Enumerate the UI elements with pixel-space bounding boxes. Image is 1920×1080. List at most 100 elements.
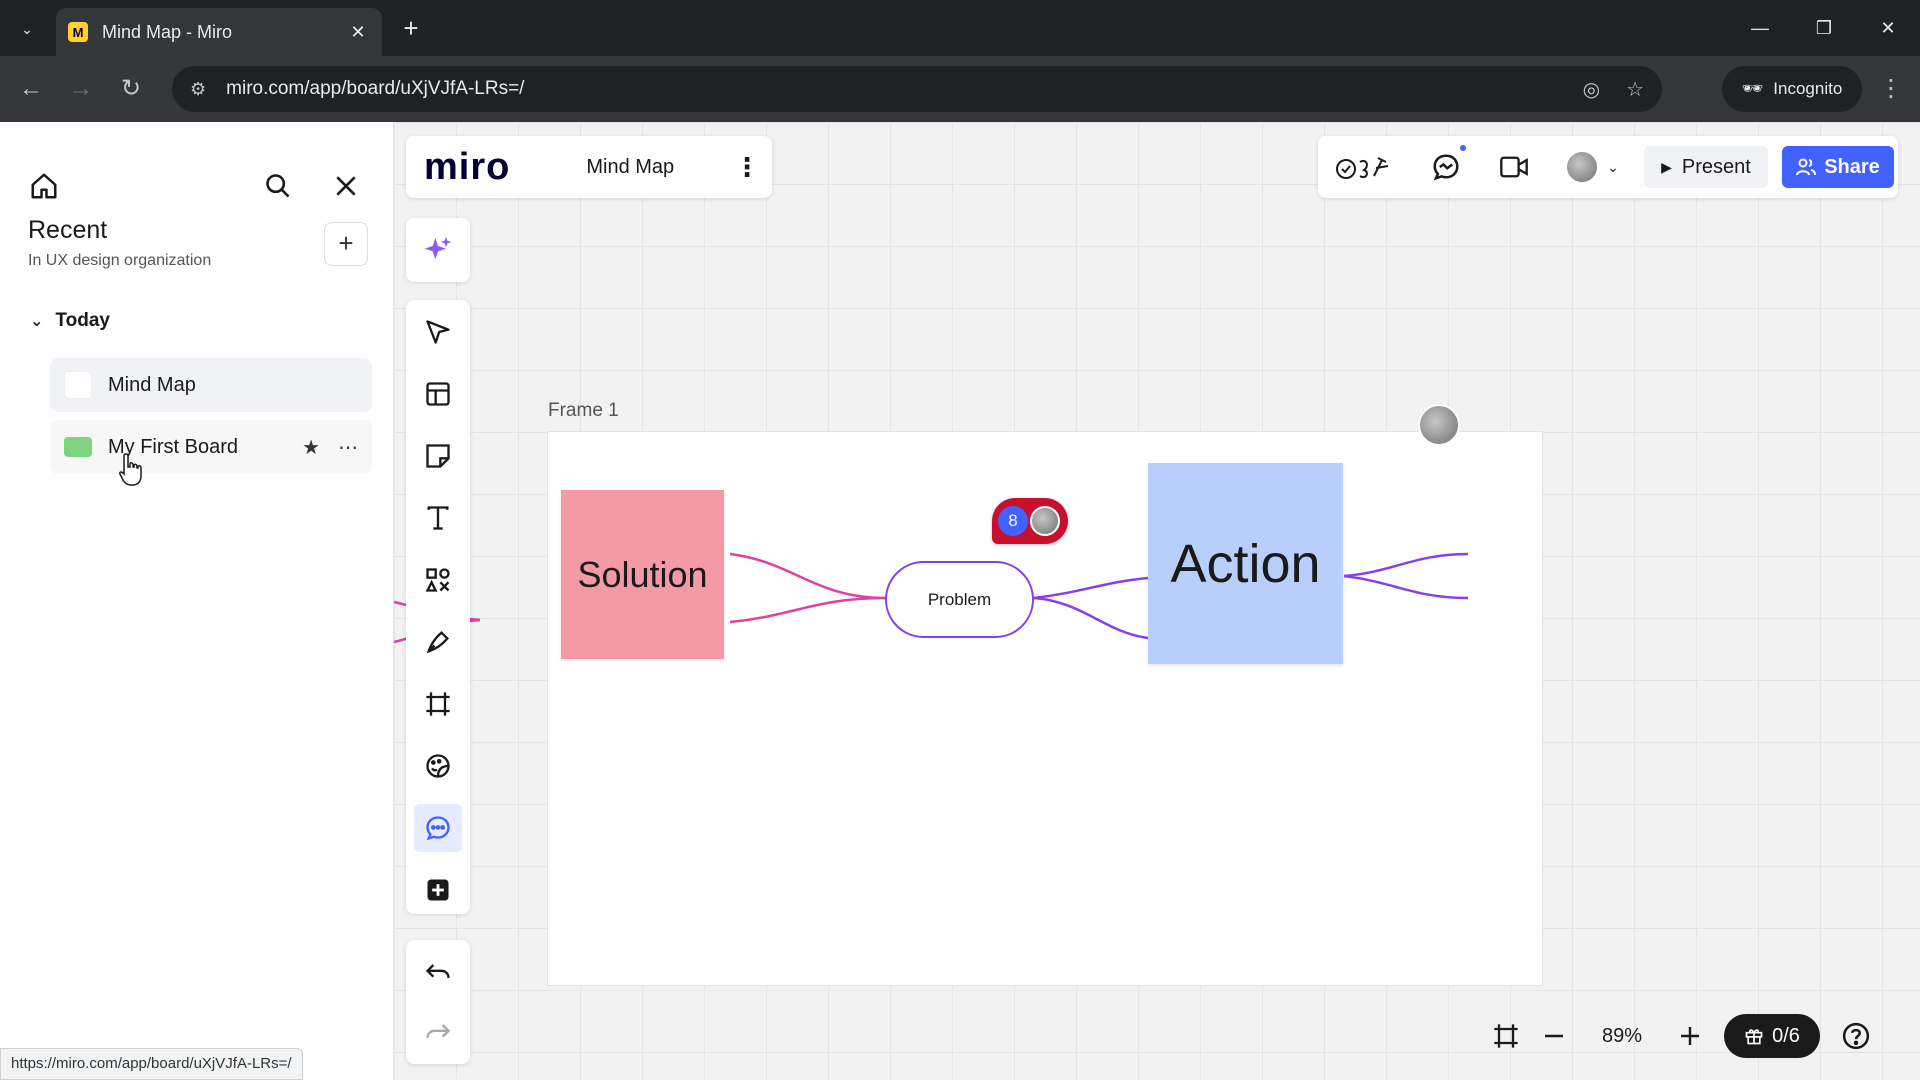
text-tool[interactable] [414, 494, 462, 542]
mindmap-node-problem[interactable]: Problem [885, 561, 1034, 638]
gift-icon [1745, 1029, 1763, 1045]
tab-close-icon[interactable]: ✕ [346, 22, 370, 43]
onboarding-checklist-button[interactable]: 0/6 [1724, 1014, 1820, 1058]
stickers-icon [426, 754, 450, 778]
browser-tab-bar: ⌄ M Mind Map - Miro ✕ + — ❐ ✕ [0, 0, 1920, 56]
sticky-note-action[interactable]: Action [1148, 463, 1343, 664]
help-icon [1842, 1022, 1870, 1050]
zoom-level[interactable]: 89% [1582, 1025, 1662, 1048]
collaboration-toolbar: ⌄ ▶ Present Share [1318, 136, 1898, 198]
sparkle-icon [424, 236, 452, 260]
sidebar-subtitle: In UX design organization [28, 252, 212, 269]
redo-button[interactable] [414, 1008, 462, 1056]
shapes-tool[interactable] [414, 556, 462, 604]
node-text: Problem [927, 589, 992, 609]
pen-tool[interactable] [414, 618, 462, 666]
chat-icon[interactable] [1426, 145, 1466, 187]
link-preview-status: https://miro.com/app/board/uXjVJfA-LRs=/ [0, 1048, 303, 1080]
more-apps-tool[interactable] [414, 866, 462, 914]
commenter-avatar [1030, 506, 1060, 536]
comment-thread-marker[interactable]: 8 [992, 498, 1068, 544]
home-icon[interactable] [24, 166, 64, 206]
play-icon: ▶ [1661, 158, 1672, 175]
text-icon [427, 506, 449, 530]
zoom-in-button[interactable] [1662, 1014, 1718, 1058]
group-label: Today [55, 310, 110, 331]
user-menu[interactable]: ⌄ [1554, 147, 1630, 187]
chevron-down-icon: ⌄ [30, 313, 44, 330]
frame-icon [426, 692, 450, 716]
sticky-text: Solution [577, 553, 708, 595]
address-bar[interactable]: ⚙ miro.com/app/board/uXjVJfA-LRs=/ ◎ ☆ [172, 66, 1662, 112]
redo-icon [426, 1024, 451, 1038]
chevron-down-icon: ⌄ [21, 20, 33, 37]
people-icon [1796, 158, 1817, 176]
hand-cursor-icon [119, 453, 142, 486]
reload-button[interactable]: ↻ [112, 70, 150, 108]
frame-label[interactable]: Frame 1 [548, 400, 619, 422]
notification-dot [1460, 145, 1466, 151]
board-name[interactable]: Mind Map [586, 156, 734, 179]
sticky-note-tool[interactable] [414, 432, 462, 480]
star-icon[interactable]: ★ [302, 435, 320, 460]
address-url[interactable]: miro.com/app/board/uXjVJfA-LRs=/ [226, 78, 1556, 100]
board-header: miro Mind Map ⋮ [406, 136, 772, 198]
present-button[interactable]: ▶ Present [1644, 146, 1768, 188]
comment-tool[interactable] [414, 804, 462, 852]
frame-tool[interactable] [414, 680, 462, 728]
zoom-out-button[interactable] [1526, 1014, 1582, 1058]
sidebar-item-my-first-board[interactable]: My First Board ★ ⋯ [50, 420, 372, 474]
select-tool[interactable] [414, 308, 462, 356]
close-window-button[interactable]: ✕ [1868, 10, 1908, 46]
collaborator-avatar[interactable] [1418, 404, 1460, 446]
miro-favicon-icon: M [68, 22, 88, 42]
browser-menu-button[interactable]: ⋮ [1878, 70, 1904, 108]
browser-toolbar: ← → ↻ ⚙ miro.com/app/board/uXjVJfA-LRs=/… [0, 56, 1920, 122]
more-apps-icon [427, 879, 449, 901]
shapes-icon [425, 568, 450, 592]
close-sidebar-icon[interactable] [326, 166, 366, 206]
miro-logo[interactable]: miro [424, 146, 510, 189]
more-options-icon[interactable]: ⋯ [338, 435, 358, 460]
reactions-icon[interactable] [1332, 147, 1396, 187]
board-thumbnail [64, 371, 92, 399]
group-today[interactable]: ⌄ Today [30, 310, 110, 332]
restore-button[interactable]: ❐ [1804, 10, 1844, 46]
fit-to-screen-button[interactable] [1486, 1014, 1526, 1058]
tab-title: Mind Map - Miro [102, 21, 233, 42]
search-icon[interactable] [258, 166, 298, 206]
comment-count-badge: 8 [998, 506, 1028, 536]
minimize-button[interactable]: — [1740, 10, 1780, 46]
help-button[interactable] [1836, 1016, 1876, 1056]
video-call-icon[interactable] [1494, 147, 1534, 187]
eye-off-icon[interactable]: ◎ [1583, 77, 1600, 102]
board-menu-icon[interactable]: ⋮ [734, 152, 760, 183]
incognito-icon: 🕶 [1741, 79, 1764, 98]
tab-search-button[interactable]: ⌄ [10, 12, 44, 46]
stickers-tool[interactable] [414, 742, 462, 790]
comment-icon [426, 816, 450, 841]
sticky-note-solution[interactable]: Solution [561, 490, 724, 659]
back-button[interactable]: ← [12, 70, 50, 108]
recent-boards-sidebar: Recent In UX design organization + ⌄ Tod… [0, 122, 394, 1080]
sidebar-item-mind-map[interactable]: Mind Map [50, 358, 372, 412]
templates-tool[interactable] [414, 370, 462, 418]
sidebar-title: Recent [28, 216, 108, 244]
pen-icon [426, 631, 449, 654]
browser-tab[interactable]: M Mind Map - Miro ✕ [56, 8, 382, 56]
share-button[interactable]: Share [1782, 146, 1894, 188]
sidebar-item-label: Mind Map [108, 373, 196, 396]
ai-assist-button[interactable] [406, 218, 470, 282]
new-tab-button[interactable]: + [396, 14, 426, 44]
sticky-text: Action [1170, 533, 1321, 594]
fit-screen-icon [1494, 1024, 1518, 1048]
forward-button[interactable]: → [62, 70, 100, 108]
minus-icon [1545, 1034, 1563, 1038]
create-board-button[interactable]: + [324, 222, 368, 266]
site-info-icon[interactable]: ⚙ [190, 79, 206, 100]
chevron-down-icon: ⌄ [1607, 158, 1619, 175]
bookmark-star-icon[interactable]: ☆ [1626, 77, 1644, 102]
checklist-progress: 0/6 [1772, 1024, 1800, 1047]
incognito-indicator[interactable]: 🕶 Incognito [1722, 66, 1862, 112]
undo-button[interactable] [414, 948, 462, 996]
